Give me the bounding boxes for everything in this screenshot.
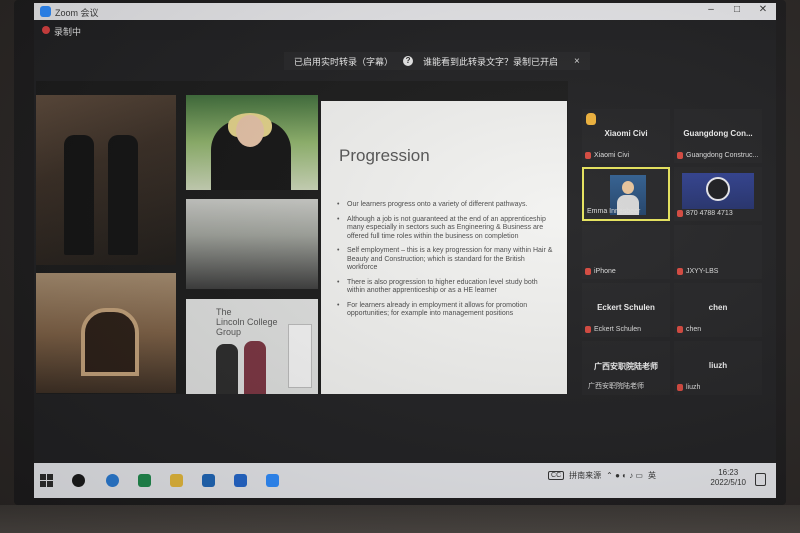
edge-icon[interactable] <box>138 474 151 487</box>
ime-indicator[interactable]: 英 <box>648 470 656 481</box>
participant-display-name: chen <box>708 303 728 312</box>
participant-tile[interactable]: JXYY-LBS <box>674 225 762 279</box>
participant-name: liuzh <box>686 384 701 391</box>
slide-bullets: Our learners progress onto a variety of … <box>337 201 555 325</box>
file-explorer-icon[interactable] <box>170 474 183 487</box>
system-tray: CC 拼南来源 ⌃ ● ◐ ♪ ▭ 英 <box>548 470 656 481</box>
participant-gallery: Xiaomi Civi Xiaomi Civi Guangdong Con...… <box>582 109 762 395</box>
participant-display-name: Xiaomi Civi <box>604 129 648 138</box>
participant-name: 870 4788 4713 <box>686 210 733 217</box>
muted-mic-icon <box>585 152 591 159</box>
screen: Zoom 会议 – □ ✕ 录制中 已启用实时转录（字幕） ? 谁能看到此转录文… <box>34 3 776 498</box>
person-figure <box>108 135 138 255</box>
participant-tile[interactable]: 870 4788 4713 <box>674 167 762 221</box>
cathedral-arch <box>81 308 139 376</box>
slide-title: Progression <box>339 146 430 165</box>
clock-date: 2022/5/10 <box>710 478 746 487</box>
participant-name: chen <box>686 326 702 333</box>
participant-name: JXYY-LBS <box>686 268 719 275</box>
muted-mic-icon <box>677 268 683 275</box>
participant-name: Emma Innesbeer <box>587 208 641 215</box>
participant-display-name: liuzh <box>708 361 728 370</box>
video-head <box>622 181 634 194</box>
meeting-topbar: 录制中 <box>34 20 776 40</box>
mail-icon[interactable] <box>202 474 215 487</box>
participant-display-name: Eckert Schulen <box>597 303 655 312</box>
slide-photo-cathedral <box>36 273 176 393</box>
participant-display-name: 广西安职院陆老师 <box>594 362 658 371</box>
banner-text: 已启用实时转录（字幕） <box>294 56 394 67</box>
pinwheel-app-icon[interactable] <box>72 474 85 487</box>
slide-photo-workers <box>36 95 176 265</box>
slide-photo-graduate <box>186 95 318 190</box>
bullet-item: Self employment – this is a key progress… <box>337 247 555 273</box>
participant-name: Eckert Schulen <box>594 326 642 333</box>
bullet-item: For learners already in employment it al… <box>337 302 555 319</box>
participant-tile[interactable]: 广西安职院陆老师 广西安职院陆老师 <box>582 341 670 395</box>
maximize-button[interactable]: □ <box>732 4 742 15</box>
minimize-button[interactable]: – <box>706 4 716 15</box>
windows-start-icon[interactable] <box>40 474 53 487</box>
participant-tile[interactable]: Xiaomi Civi Xiaomi Civi <box>582 109 670 163</box>
participant-tile[interactable]: chen chen <box>674 283 762 337</box>
participant-name: iPhone <box>594 268 616 275</box>
muted-mic-icon <box>677 384 683 391</box>
participant-tile-active-speaker[interactable]: Emma Innesbeer <box>582 167 670 221</box>
person-figure <box>244 341 266 394</box>
question-icon: ? <box>403 56 414 66</box>
window-titlebar: Zoom 会议 – □ ✕ <box>34 3 776 20</box>
lincoln-college-logo: The Lincoln College Group <box>216 307 278 337</box>
browser-icon[interactable] <box>106 474 119 487</box>
window-controls: – □ ✕ <box>706 4 768 15</box>
lync-app-icon[interactable] <box>234 474 247 487</box>
bullet-item: Although a job is not guaranteed at the … <box>337 216 555 242</box>
banner-close-button[interactable]: × <box>574 56 580 67</box>
participant-avatar <box>682 173 754 209</box>
person-figure <box>216 344 238 394</box>
taskbar-clock[interactable]: 16:23 2022/5/10 <box>710 468 746 488</box>
shared-slide: The Lincoln College Group Progression Ou… <box>36 81 568 394</box>
participant-tile[interactable]: liuzh liuzh <box>674 341 762 395</box>
muted-mic-icon <box>677 152 683 159</box>
obs-logo-icon <box>706 177 730 201</box>
participant-tile[interactable]: iPhone <box>582 225 670 279</box>
zoom-logo-icon <box>40 6 51 17</box>
logo-line: Lincoln College <box>216 317 278 327</box>
bullet-item: Our learners progress onto a variety of … <box>337 201 555 210</box>
logo-line: Group <box>216 327 242 337</box>
participant-name: Xiaomi Civi <box>594 152 630 159</box>
graduate-face <box>236 115 264 147</box>
slide-photo-graduation-group <box>186 199 318 289</box>
notification-icon[interactable] <box>755 473 766 486</box>
banner-link[interactable]: 谁能看到此转录文字？录制已开启 <box>423 55 558 68</box>
zoom-taskbar-icon[interactable] <box>266 474 279 487</box>
logo-line: The <box>216 307 232 317</box>
recording-icon <box>42 26 50 34</box>
participant-display-name: Guangdong Con... <box>683 129 753 138</box>
muted-mic-icon <box>585 268 591 275</box>
participant-tile[interactable]: Eckert Schulen Eckert Schulen <box>582 283 670 337</box>
muted-mic-icon <box>585 326 591 333</box>
desk-surface <box>0 505 800 533</box>
window-title: Zoom 会议 <box>55 8 99 18</box>
recording-label[interactable]: 录制中 <box>54 25 81 38</box>
caption-label[interactable]: 拼南来源 <box>569 470 601 481</box>
bullet-item: There is also progression to higher educ… <box>337 279 555 296</box>
live-caption-icon[interactable]: CC <box>548 471 565 480</box>
slide-photo-award: The Lincoln College Group <box>186 299 318 394</box>
muted-mic-icon <box>677 326 683 333</box>
person-figure <box>64 135 94 255</box>
participant-name: 广西安职院陆老师 <box>588 383 644 390</box>
tray-icons: ⌃ ● ◐ ♪ ▭ <box>606 471 643 480</box>
clock-time: 16:23 <box>718 468 739 477</box>
raised-hand-icon <box>586 113 596 125</box>
participant-name: Guangdong Construc... <box>686 152 759 159</box>
slide-text-panel: Progression Our learners progress onto a… <box>321 101 567 394</box>
banner-stand <box>288 324 312 388</box>
transcript-banner: 已启用实时转录（字幕） ? 谁能看到此转录文字？录制已开启 × <box>284 52 590 70</box>
close-window-button[interactable]: ✕ <box>758 4 768 15</box>
windows-taskbar: CC 拼南来源 ⌃ ● ◐ ♪ ▭ 英 16:23 2022/5/10 <box>34 463 776 498</box>
muted-mic-icon <box>677 210 683 217</box>
participant-tile[interactable]: Guangdong Con... Guangdong Construc... <box>674 109 762 163</box>
